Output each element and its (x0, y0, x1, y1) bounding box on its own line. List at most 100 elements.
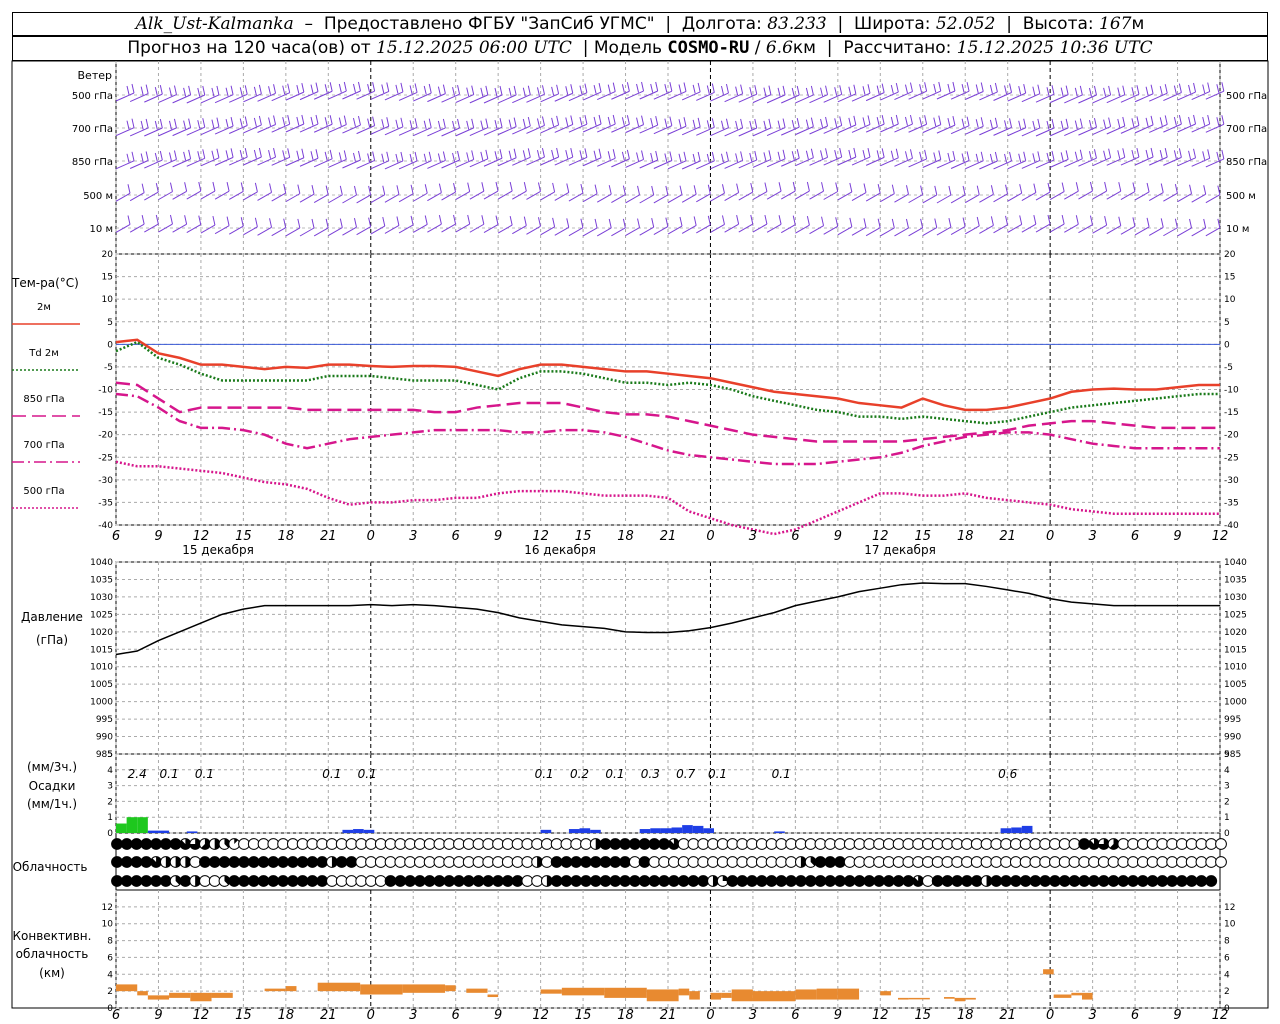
wind-barb-flag (933, 83, 937, 93)
wind-barb-flag (382, 185, 386, 195)
wind-barb-flag (594, 218, 598, 229)
wind-barb (427, 215, 442, 233)
wind-barb (257, 218, 273, 236)
cloud-fill (668, 875, 680, 887)
wind-barb-flag (1160, 218, 1164, 228)
wind-barb-staff (865, 192, 881, 202)
cloud-symbol (394, 856, 407, 868)
wind-barb-flag (966, 151, 970, 161)
wind-barb-staff (752, 191, 768, 201)
wind-barb-flag (598, 114, 602, 125)
wind-barb-flag (140, 86, 144, 96)
cloud-symbol (843, 875, 856, 887)
cloud-circle (335, 875, 348, 887)
wind-barb-staff (398, 126, 418, 136)
wind-barb-flag (764, 182, 768, 192)
cloud-symbol (941, 856, 954, 868)
pressure-tick-right: 1035 (1224, 575, 1247, 585)
cloud-symbol (1166, 856, 1179, 868)
cloud-fill (1205, 875, 1217, 887)
wind-barb (1163, 218, 1178, 237)
wind-barb-staff (441, 127, 460, 137)
cloud-symbol (365, 875, 377, 887)
cloud-symbol (531, 875, 544, 887)
pressure-tick: 1015 (90, 645, 113, 655)
wind-barb-flag (990, 185, 994, 195)
cloud-symbol (443, 838, 456, 850)
wind-barb-staff (724, 192, 739, 202)
cloud-fill (121, 838, 133, 850)
wind-barb (412, 215, 428, 233)
cloud-circle (1078, 856, 1091, 868)
cloud-symbol (667, 856, 680, 868)
cloud-symbol (306, 856, 319, 868)
precip-tick: 3 (107, 782, 113, 792)
wind-barb-flag (655, 150, 659, 161)
wind-barb-staff (611, 158, 630, 168)
wind-barb-staff (667, 225, 683, 235)
cloud-circle (931, 856, 944, 868)
wind-barb-flag (343, 115, 347, 125)
cloud-symbol (521, 875, 534, 887)
cloud-symbol (1009, 875, 1022, 887)
cloud-symbol (540, 856, 553, 868)
wind-barb-staff (384, 225, 400, 234)
wind-barb-flag (1164, 115, 1168, 125)
wind-barb-flag (513, 148, 517, 158)
wind-barb-staff (823, 225, 838, 235)
wind-barb-staff (851, 192, 867, 201)
conv-bar (211, 992, 233, 998)
time-tick-label: 18 (278, 529, 295, 544)
wind-barb-flag (636, 152, 640, 162)
precip-tick: 5 (107, 750, 113, 760)
cloud-circle (540, 838, 553, 850)
wind-barb-flag (754, 150, 758, 161)
wind-barb-flag (669, 82, 673, 92)
cloud-symbol (912, 856, 925, 868)
wind-barb-staff (285, 227, 301, 237)
wind-barb-flag (711, 118, 715, 128)
wind-barb-flag (258, 147, 262, 158)
cloud-symbol (247, 838, 260, 850)
cloud-symbol (257, 838, 270, 850)
cloud-symbol (990, 856, 1003, 868)
wind-barb-flag (806, 181, 810, 192)
wind-barb (837, 182, 853, 201)
wind-barb-flag (989, 153, 993, 163)
wind-level-label: 500 м (83, 191, 113, 202)
conv-title-1: Конвективн. (13, 929, 92, 943)
cloud-circle (482, 838, 495, 850)
wind-barb-flag (593, 150, 597, 160)
wind-barb-staff (950, 194, 966, 204)
wind-barb (611, 185, 626, 204)
wind-barb-flag (301, 114, 305, 125)
wind-barb-flag (1145, 149, 1149, 159)
cloud-symbol (1000, 875, 1012, 887)
wind-barb (738, 214, 754, 233)
cloud-circle (941, 838, 954, 850)
cloud-fill (883, 875, 895, 887)
wind-barb (412, 184, 428, 202)
wind-barb-staff (611, 194, 626, 204)
cloud-fill (482, 875, 494, 887)
wind-barb-staff (413, 127, 432, 137)
time-tick-label-bottom: 6 (791, 1008, 799, 1023)
cloud-circle (355, 856, 368, 868)
wind-barb-flag (198, 215, 202, 225)
cloud-symbol (208, 838, 221, 850)
cloud-fill (492, 875, 504, 887)
cloud-symbol (326, 856, 338, 868)
wind-barb-staff (342, 194, 357, 204)
cloud-symbol (970, 875, 983, 887)
wind-barb-staff (979, 91, 998, 101)
precip-bar (579, 828, 591, 833)
cloud-symbol (707, 875, 719, 887)
wind-barb-staff (540, 191, 555, 201)
cloud-circle (1000, 838, 1012, 850)
wind-barb-flag (522, 118, 526, 128)
wind-barb-flag (1117, 118, 1121, 128)
wind-barb-staff (328, 227, 343, 237)
wind-barb-flag (513, 85, 517, 96)
cloud-symbol (1117, 875, 1130, 887)
wind-barb-flag (764, 214, 768, 225)
